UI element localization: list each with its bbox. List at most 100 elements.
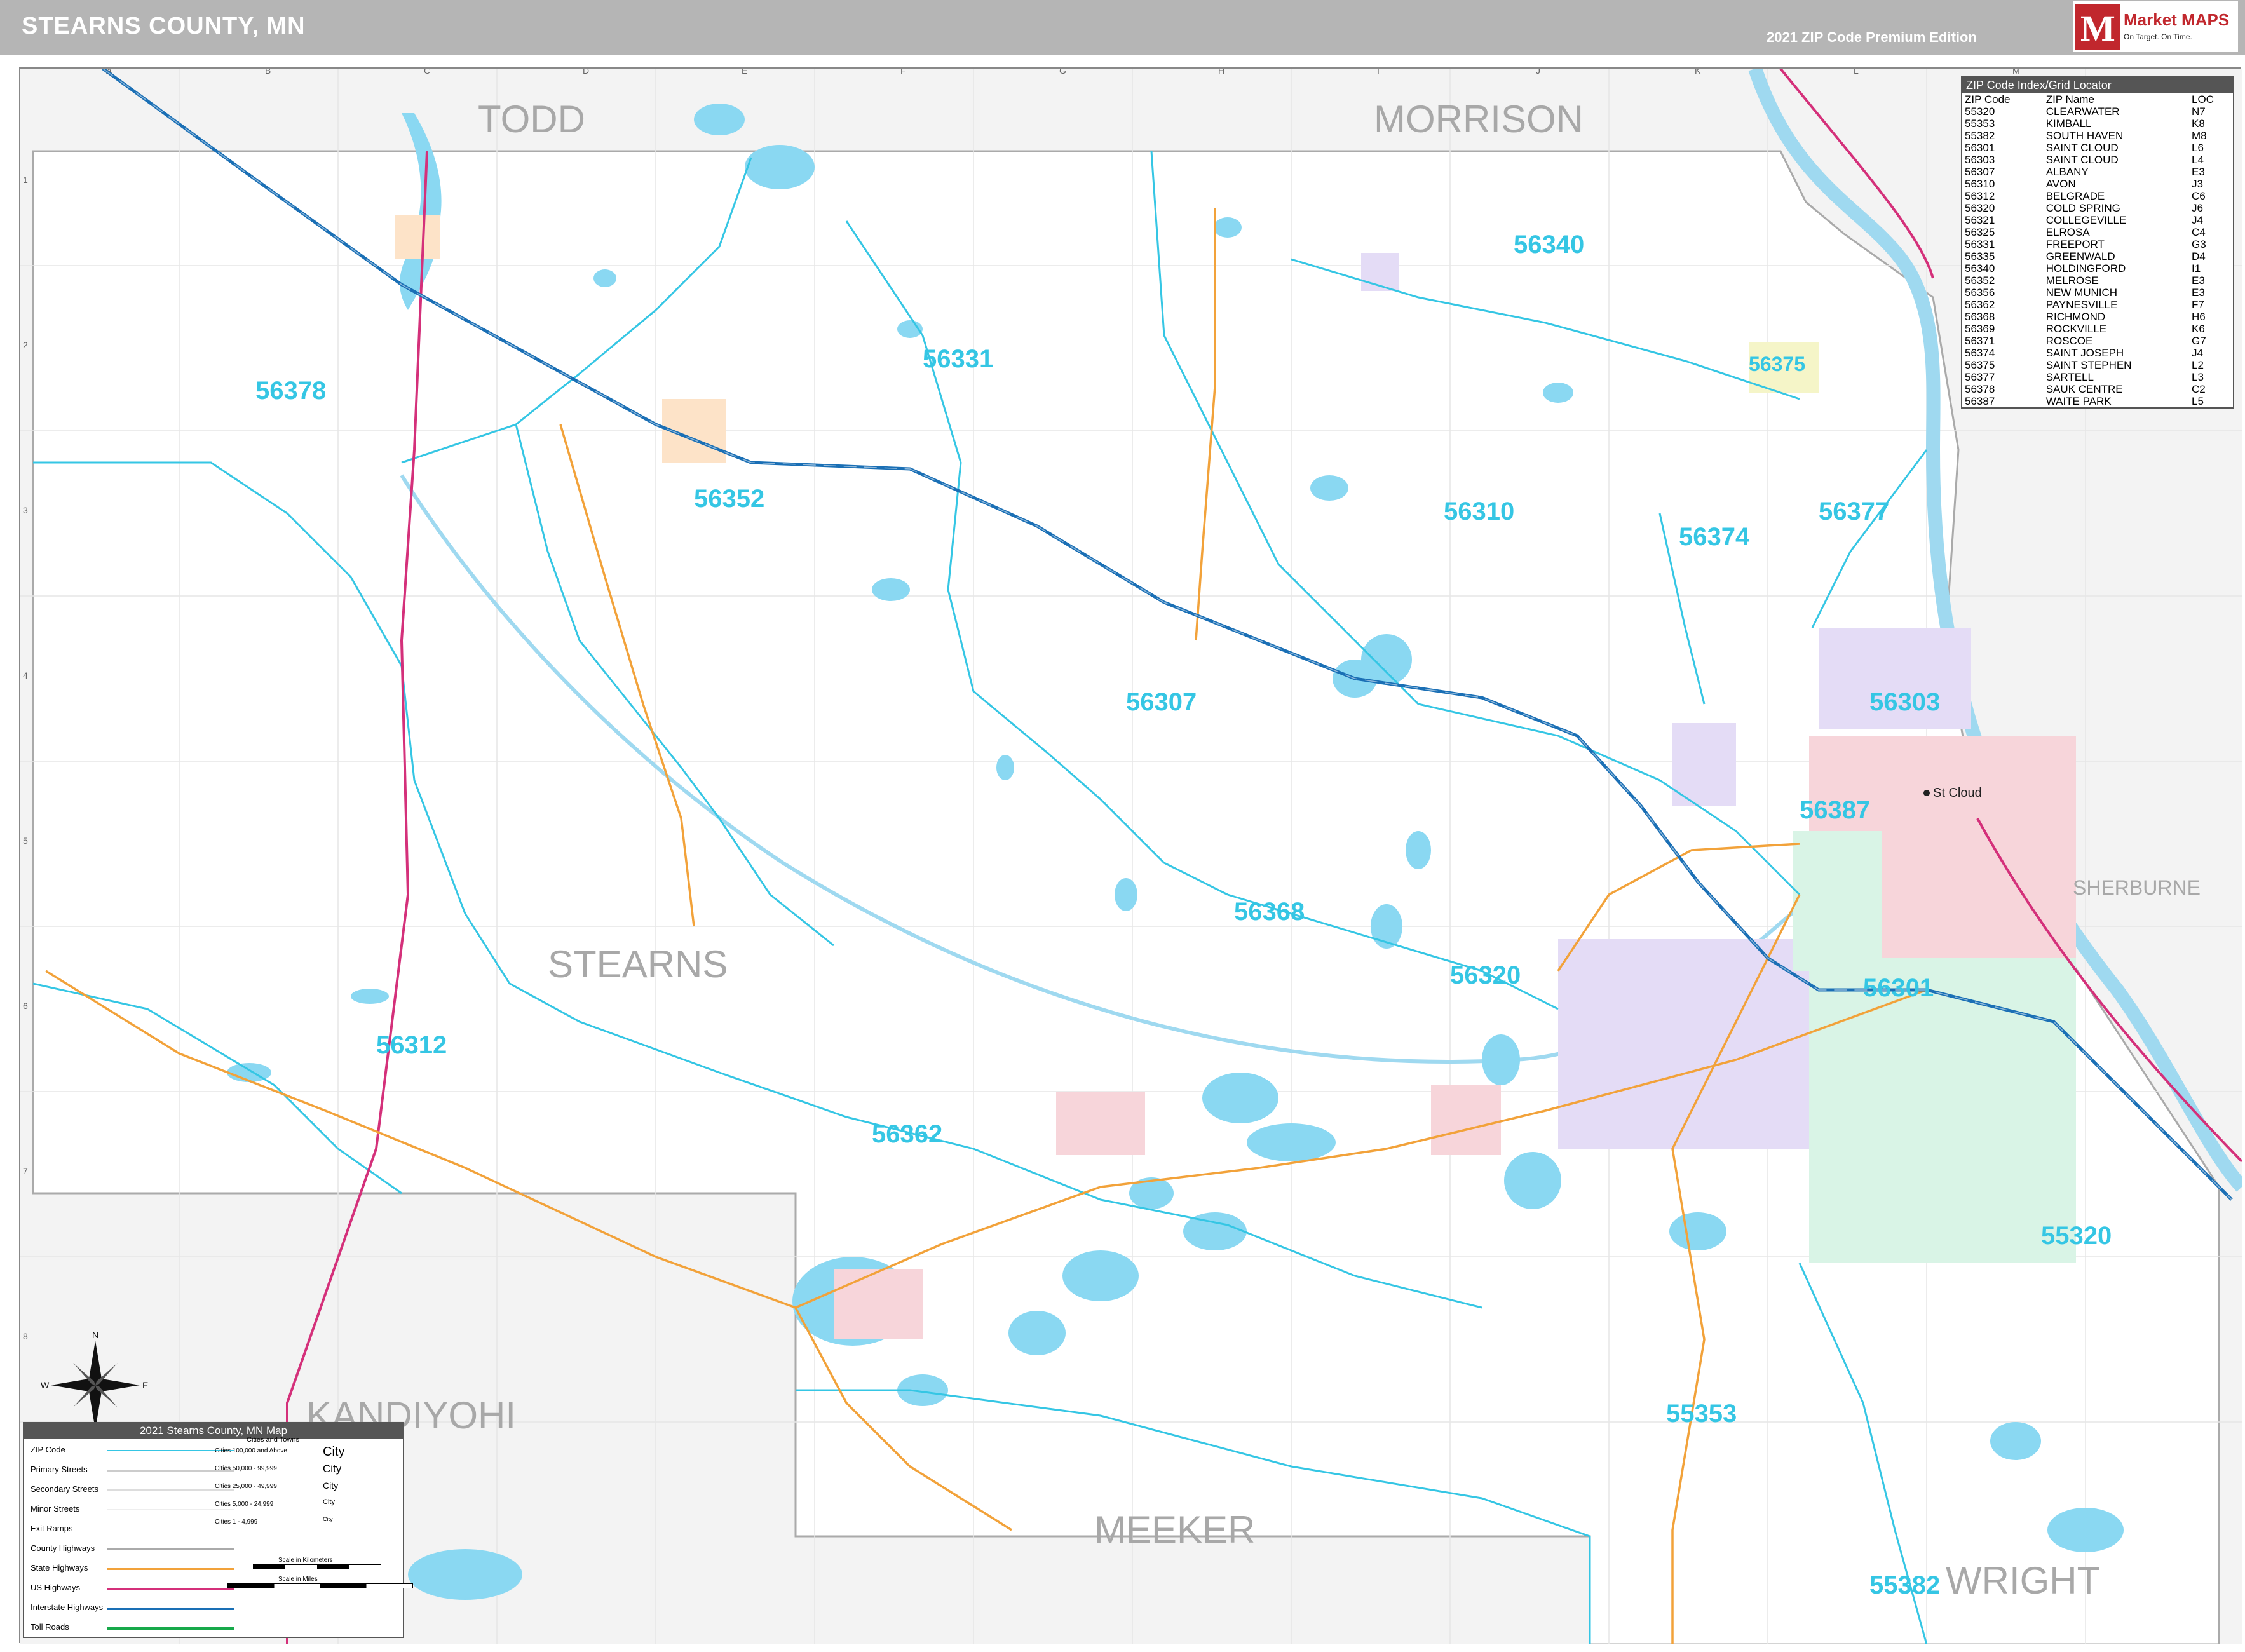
market-maps-logo: M Market MAPS On Target. On Time. <box>2073 1 2238 52</box>
edition-label: 2021 ZIP Code Premium Edition <box>1767 29 1977 45</box>
zip-index-name: SARTELL <box>2045 371 2094 383</box>
legend-scale-km-bar <box>253 1564 381 1569</box>
zip-index-zip: 55353 <box>1965 118 1995 130</box>
legend-city-sample: City <box>323 1463 342 1475</box>
zip-index-body: 55320 CLEARWATER N7 55353 KIMBALL K8 55382 SOUT… <box>1962 105 2233 407</box>
zip-index-row: 55320 CLEARWATER N7 <box>1962 105 2233 118</box>
zip-index-row: 56371 ROSCOE G7 <box>1962 335 2233 347</box>
svg-text:M: M <box>2012 69 2020 76</box>
legend-item-label: Primary Streets <box>31 1465 88 1474</box>
zip-index-row: 56374 SAINT JOSEPH J4 <box>1962 347 2233 359</box>
svg-text:F: F <box>900 69 906 76</box>
zip-label: 56307 <box>1126 688 1197 716</box>
county-label-meeker: MEEKER <box>1094 1508 1255 1551</box>
svg-text:W: W <box>41 1380 50 1390</box>
svg-text:5: 5 <box>23 836 28 846</box>
zip-index-zip: 56362 <box>1965 299 1995 311</box>
legend-item-label: Toll Roads <box>31 1622 69 1632</box>
map-title: STEARNS COUNTY, MN <box>22 13 306 39</box>
legend-city-sample: City <box>323 1445 345 1459</box>
zip-index-row: 56352 MELROSE E3 <box>1962 274 2233 287</box>
zip-index-zip: 56321 <box>1965 214 1995 226</box>
legend-item-label: Minor Streets <box>31 1504 80 1513</box>
zip-index-loc: E3 <box>2191 166 2205 178</box>
zip-index-loc: L4 <box>2191 154 2204 166</box>
zip-label: 56340 <box>1514 231 1584 259</box>
zip-index-name: WAITE PARK <box>2045 395 2112 407</box>
zip-index-header: ZIP Name <box>2045 93 2094 105</box>
zip-index-name: SAINT STEPHEN <box>2045 359 2132 371</box>
zip-index-loc: L3 <box>2191 371 2204 383</box>
zip-index-zip: 56320 <box>1965 202 1995 214</box>
zip-index-row: 56307 ALBANY E3 <box>1962 166 2233 178</box>
svg-text:I: I <box>1377 69 1380 76</box>
zip-label: 55320 <box>2041 1222 2112 1250</box>
zip-index-loc: I1 <box>2191 262 2201 274</box>
zip-index-name: HOLDINGFORD <box>2045 262 2126 274</box>
zip-label: 56320 <box>1450 961 1521 989</box>
zip-index-zip: 56377 <box>1965 371 1995 383</box>
zip-index-loc: N7 <box>2191 105 2206 118</box>
zip-index-row: 56331 FREEPORT G3 <box>1962 238 2233 250</box>
zip-index-loc: K8 <box>2191 118 2205 130</box>
zip-index-loc: F7 <box>2191 299 2204 311</box>
county-label-todd: TODD <box>478 98 585 140</box>
zip-label: 56377 <box>1819 498 1889 525</box>
legend-city-sample: City <box>323 1480 339 1491</box>
legend-city-class: Cities 25,000 - 49,999 <box>215 1483 277 1490</box>
map-canvas[interactable]: A B C D E F G H I J K L M 1 2 3 4 5 6 7 … <box>20 69 2242 1644</box>
zip-index-row: 56375 SAINT STEPHEN L2 <box>1962 359 2233 371</box>
svg-text:E: E <box>142 1380 148 1390</box>
zip-index-zip: 56374 <box>1965 347 1995 359</box>
svg-text:L: L <box>1854 69 1859 76</box>
city-label-st-cloud: St Cloud <box>1933 786 1982 800</box>
legend-item-label: State Highways <box>31 1563 88 1573</box>
svg-text:N: N <box>92 1330 98 1340</box>
svg-text:H: H <box>1218 69 1224 76</box>
legend-city-class: Cities 1 - 4,999 <box>215 1519 258 1526</box>
legend-item-label: US Highways <box>31 1583 81 1592</box>
svg-text:C: C <box>424 69 430 76</box>
zip-label: 56378 <box>255 377 326 405</box>
zip-index-zip: 56378 <box>1965 383 1995 395</box>
zip-index-row: 56301 SAINT CLOUD L6 <box>1962 142 2233 154</box>
zip-index-name: PAYNESVILLE <box>2045 299 2118 311</box>
zip-label: 56303 <box>1869 688 1940 716</box>
svg-text:K: K <box>1695 69 1701 76</box>
zip-label: 56374 <box>1679 523 1750 551</box>
zip-index-zip: 56331 <box>1965 238 1995 250</box>
legend-item-label: Exit Ramps <box>31 1524 73 1533</box>
legend-city-class: Cities 100,000 and Above <box>215 1447 287 1454</box>
zip-index-name: KIMBALL <box>2045 118 2092 130</box>
zip-label: 56310 <box>1444 498 1514 525</box>
zip-index-row: 56356 NEW MUNICH E3 <box>1962 287 2233 299</box>
zip-index-loc: M8 <box>2191 130 2207 142</box>
zip-index-loc: C6 <box>2191 190 2206 202</box>
zip-index-loc: J4 <box>2191 214 2203 226</box>
zip-index-zip: 56371 <box>1965 335 1995 347</box>
zip-index-row: 56310 AVON J3 <box>1962 178 2233 190</box>
zip-index-zip: 56375 <box>1965 359 1995 371</box>
legend-title: 2021 Stearns County, MN Map <box>24 1423 403 1439</box>
header-bar: STEARNS COUNTY, MN 2021 ZIP Code Premium… <box>0 0 2245 55</box>
zip-label: 56362 <box>872 1120 942 1148</box>
legend-item-label: Interstate Highways <box>31 1602 104 1612</box>
svg-text:1: 1 <box>23 175 28 185</box>
legend-item-line <box>107 1509 234 1510</box>
zip-label: 56352 <box>694 485 764 513</box>
legend-city-sample: City <box>323 1498 335 1506</box>
zip-index-zip: 55320 <box>1965 105 1995 118</box>
zip-index-zip: 56356 <box>1965 287 1995 299</box>
zip-index-loc: J3 <box>2191 178 2203 190</box>
legend-scale-miles-bar <box>227 1583 413 1588</box>
zip-index-title: ZIP Code Index/Grid Locator <box>1962 78 2233 93</box>
svg-text:2: 2 <box>23 340 28 350</box>
zip-index-name: CLEARWATER <box>2045 105 2120 118</box>
zip-index-table: ZIP Code ZIP Name LOC 55320 CLEARWATER N7 5… <box>1962 93 2233 407</box>
zip-index-header-row: ZIP Code ZIP Name LOC <box>1962 93 2233 105</box>
zip-index-loc: C2 <box>2191 383 2206 395</box>
legend-item-line <box>107 1548 234 1550</box>
legend-item-line <box>107 1568 234 1570</box>
svg-text:M: M <box>2080 8 2115 49</box>
map-frame[interactable]: A B C D E F G H I J K L M 1 2 3 4 5 6 7 … <box>19 67 2242 1644</box>
